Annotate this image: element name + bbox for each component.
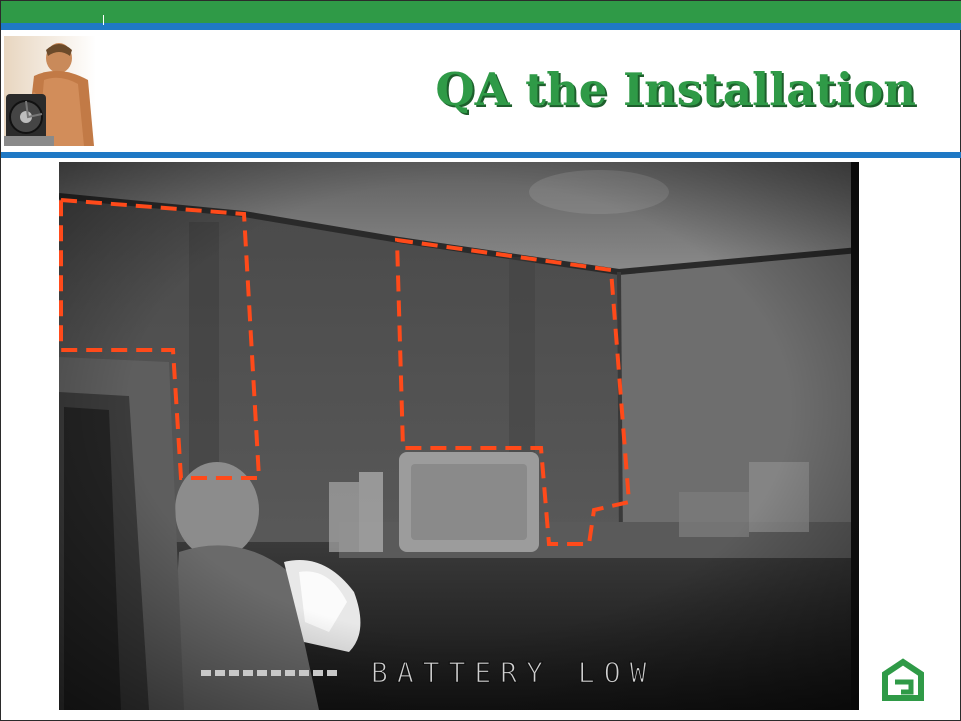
top-green-bar	[1, 1, 961, 23]
top-blue-bar	[1, 23, 961, 30]
home-icon	[882, 658, 924, 701]
slide-title: QA the Installation	[435, 63, 916, 116]
thermal-image: BATTERY LOW	[59, 162, 859, 710]
header-divider-bar	[1, 152, 961, 158]
technician-photo	[4, 36, 96, 146]
slide-frame: QA the Installation BATTERY LOW	[0, 0, 961, 721]
battery-low-text: BATTERY LOW	[371, 656, 655, 689]
divider-tick	[103, 15, 104, 25]
